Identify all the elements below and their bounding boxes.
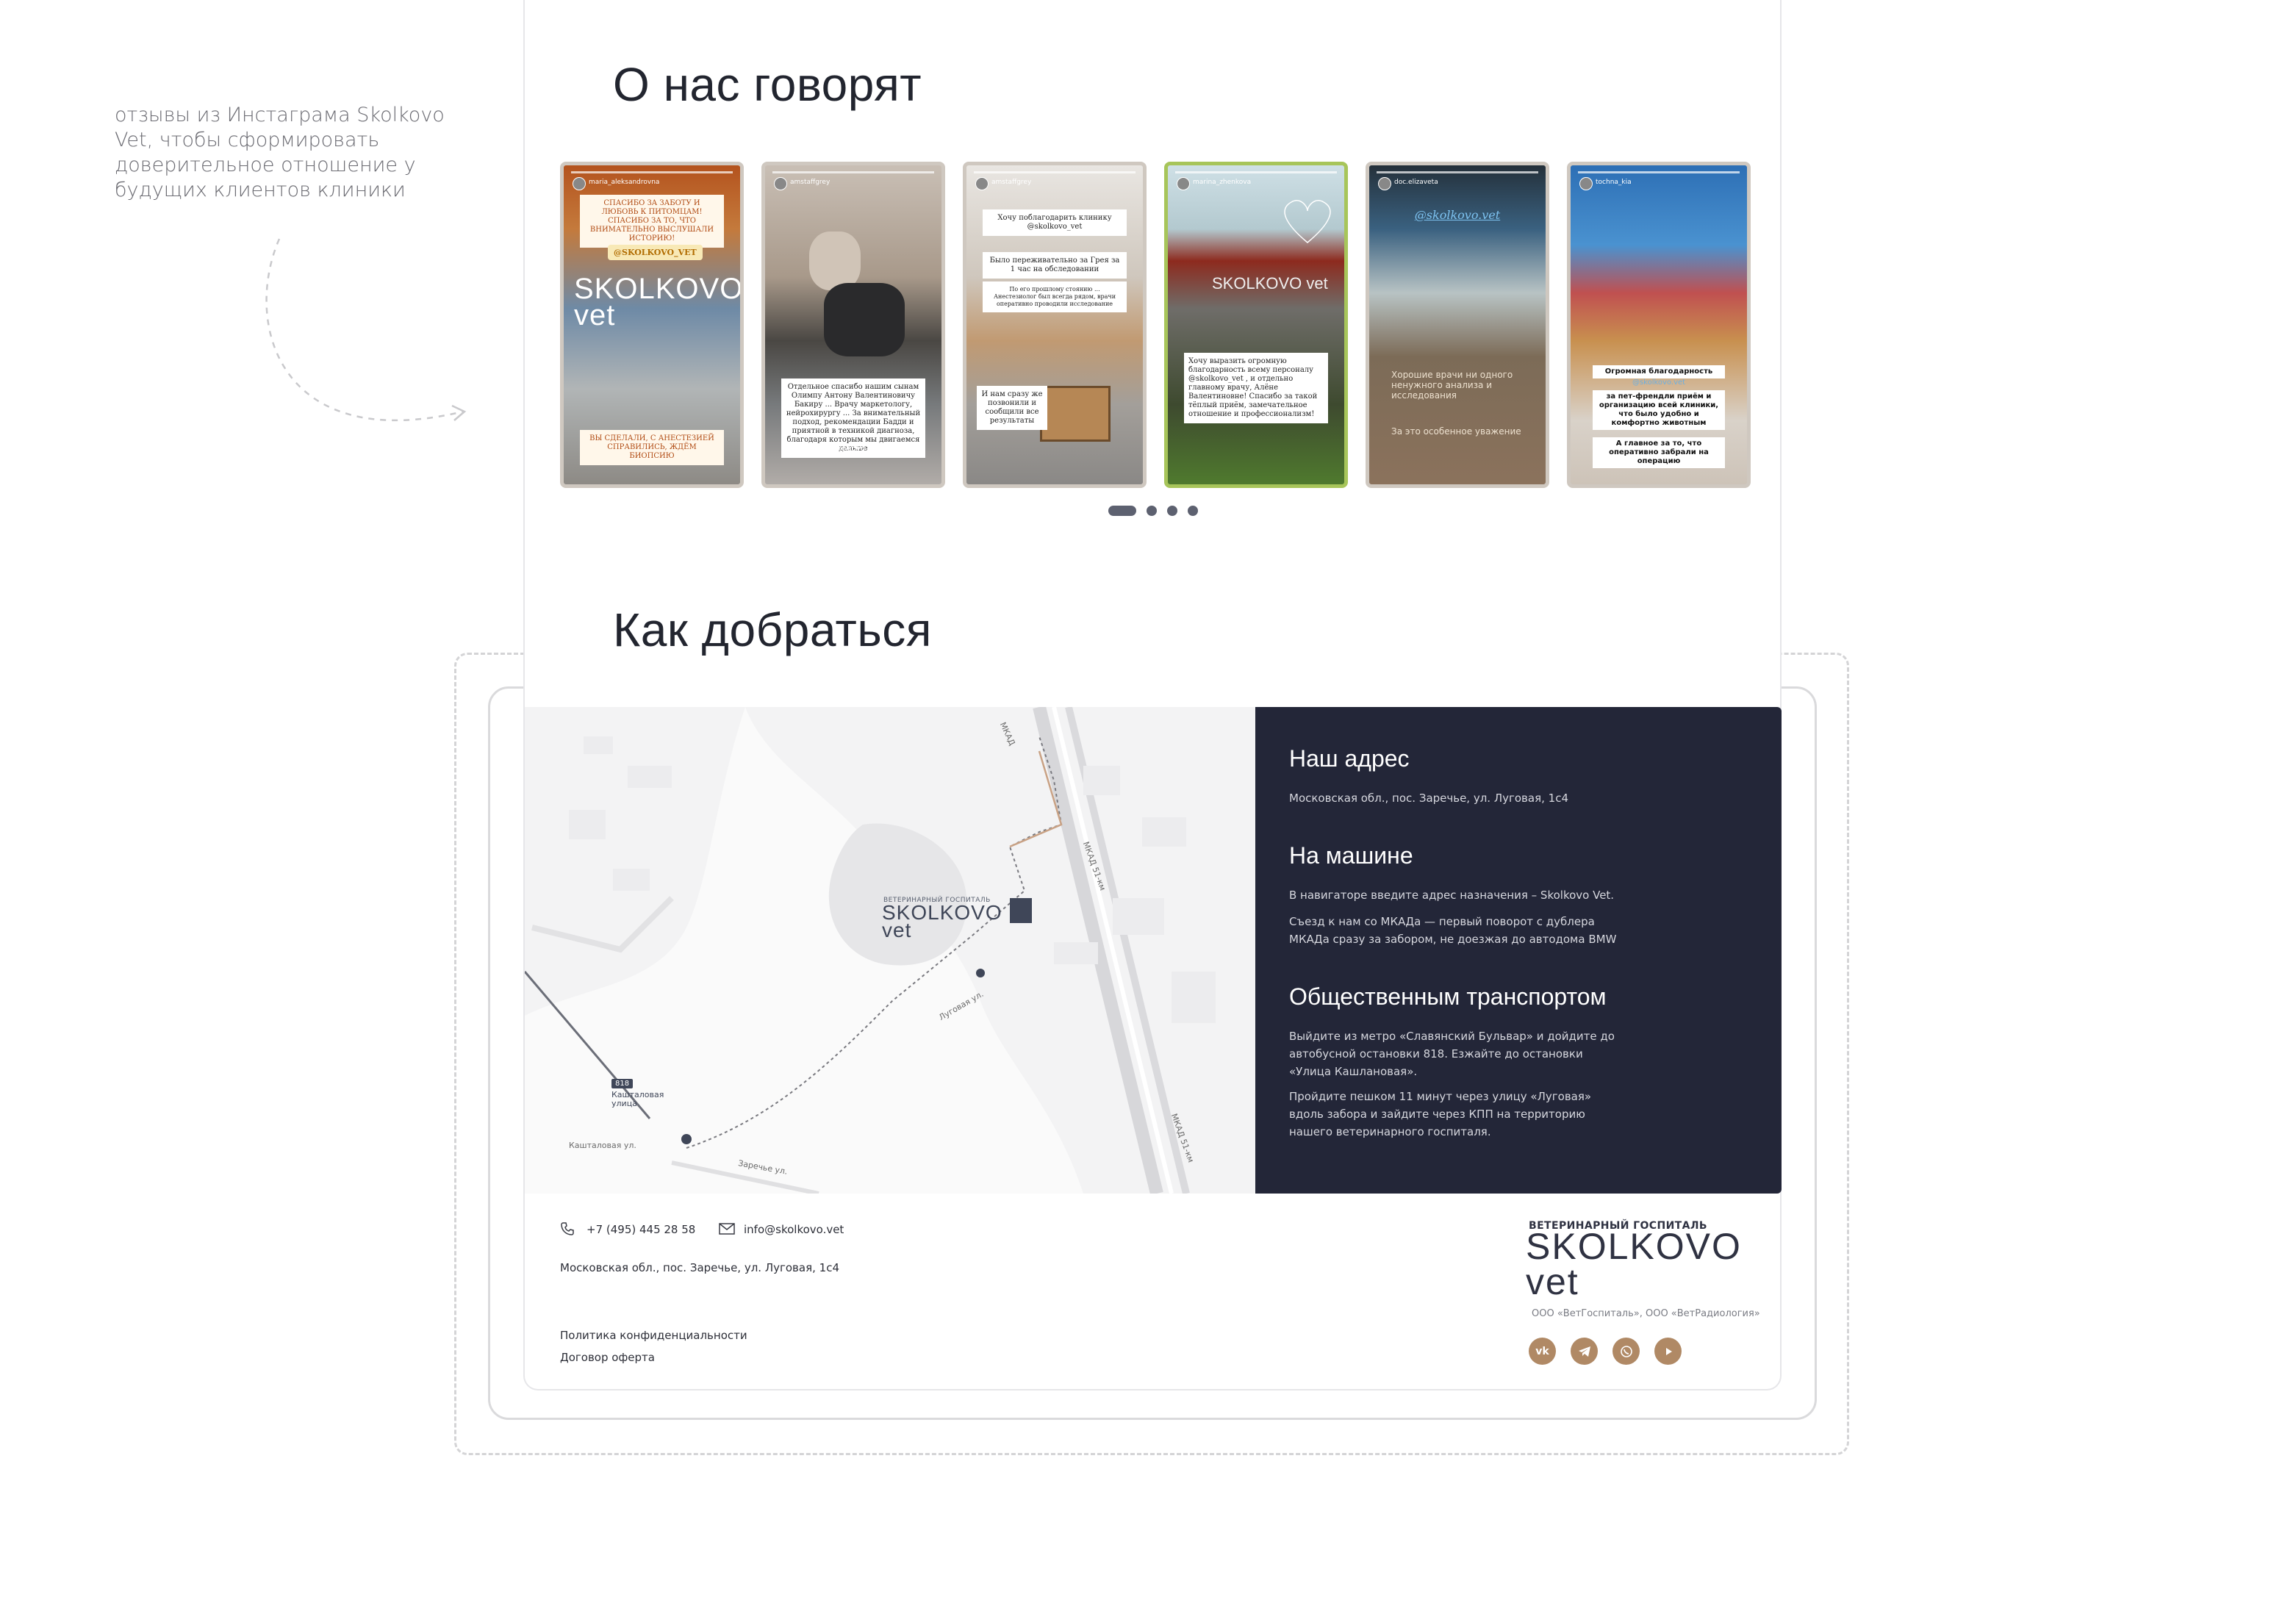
privacy-link[interactable]: Политика конфиденциальности	[560, 1329, 747, 1342]
social-links: vk	[1529, 1338, 1682, 1365]
story-caption-3: А главное за то, что оперативно забрали …	[1593, 437, 1725, 468]
story-card[interactable]: maria_aleksandrovna СПАСИБО ЗА ЗАБОТУ И …	[560, 162, 744, 488]
story-handle: marina_zhenkova	[1193, 179, 1252, 186]
story-caption-2: Было переживательно за Грея за 1 час на …	[983, 252, 1127, 279]
directions-info-panel: Наш адрес Московская обл., пос. Заречье,…	[1255, 707, 1782, 1194]
stories-carousel[interactable]: maria_aleksandrovna СПАСИБО ЗА ЗАБОТУ И …	[560, 162, 1751, 488]
footer-phone[interactable]: +7 (495) 445 28 58	[586, 1223, 695, 1236]
address-title: Наш адрес	[1289, 745, 1410, 772]
story-caption: Хочу поблагодарить клинику @skolkovo_vet	[983, 209, 1127, 236]
offer-link[interactable]: Договор оферта	[560, 1351, 655, 1364]
telegram-icon[interactable]	[1571, 1338, 1598, 1365]
car-text-2: Съезд к нам со МКАДа — первый поворот с …	[1289, 915, 1617, 946]
story-card[interactable]: tochna_kia Огромная благодарность @skolk…	[1567, 162, 1751, 488]
map-road-label: Кашталовая ул.	[569, 1141, 636, 1150]
story-caption-2: За это особенное уважение	[1391, 426, 1521, 437]
whatsapp-icon[interactable]	[1612, 1338, 1640, 1365]
email-icon	[719, 1223, 735, 1235]
story-handle: doc.elizaveta	[1394, 179, 1438, 186]
story-card[interactable]: amstaffgrey Хочу поблагодарить клинику @…	[963, 162, 1147, 488]
carousel-dot[interactable]	[1108, 506, 1136, 516]
map-logo: SKOLKOVO vet	[882, 902, 1002, 941]
story-caption: Хочу выразить огромную благодарность все…	[1184, 353, 1328, 423]
carousel-pagination	[1108, 506, 1198, 516]
story-handle: amstaffgrey	[790, 179, 830, 186]
directions-title: Как добраться	[613, 603, 932, 656]
map-bus-stop: Кашталовая улица	[611, 1090, 664, 1108]
story-tag: @skolkovo_vet	[825, 445, 881, 453]
car-title: На машине	[1289, 842, 1413, 869]
transport-text-2: Пройдите пешком 11 минут через улицу «Лу…	[1289, 1090, 1592, 1138]
carousel-dot[interactable]	[1167, 506, 1177, 516]
annotation-arrow-icon	[265, 238, 467, 422]
car-text-1: В навигаторе введите адрес назначения – …	[1289, 889, 1615, 902]
heart-icon	[1284, 200, 1331, 243]
story-caption: Хорошие врачи ни одного ненужного анализ…	[1391, 370, 1513, 401]
story-sign: SKOLKOVO vet	[1212, 274, 1328, 293]
story-caption-4: И нам сразу же позвонили и сообщили все …	[977, 386, 1047, 430]
story-caption: Огромная благодарность	[1593, 365, 1725, 378]
story-tag: @skolkovo.vet	[1414, 208, 1501, 222]
story-caption: СПАСИБО ЗА ЗАБОТУ И ЛЮБОВЬ К ПИТОМЦАМ! С…	[580, 195, 724, 248]
transport-title: Общественным транспортом	[1289, 983, 1607, 1010]
address-text: Московская обл., пос. Заречье, ул. Лугов…	[1289, 792, 1568, 805]
story-card[interactable]: doc.elizaveta @skolkovo.vet Хорошие врач…	[1366, 162, 1549, 488]
story-caption-3: По его прошлому стоянию ... Анестезиолог…	[983, 281, 1127, 312]
vk-icon[interactable]: vk	[1529, 1338, 1556, 1365]
location-map[interactable]: ВЕТЕРИНАРНЫЙ ГОСПИТАЛЬ SKOLKOVO vet 818 …	[525, 707, 1255, 1194]
footer-logo[interactable]: SKOLKOVO vet	[1526, 1226, 1742, 1302]
youtube-icon[interactable]	[1654, 1338, 1682, 1365]
footer-logo-main: SKOLKOVO	[1526, 1226, 1742, 1267]
transport-text-1: Выйдите из метро «Славянский Бульвар» и …	[1289, 1030, 1615, 1078]
footer-logo-sub: vet	[1526, 1261, 1579, 1302]
footer-email[interactable]: info@skolkovo.vet	[744, 1223, 844, 1236]
page-mockup: О нас говорят maria_aleksandrovna СПАСИБ…	[523, 0, 1782, 1390]
map-logo-sub: vet	[882, 919, 912, 941]
annotation-note: отзывы из Инстаграма Skolkovo Vet, чтобы…	[115, 104, 445, 201]
story-card[interactable]: amstaffgrey Отдельное спасибо нашим сына…	[761, 162, 945, 488]
story-tag: @skolkovo.vet	[1632, 378, 1686, 387]
story-caption-2: ВЫ СДЕЛАЛИ, С АНЕСТЕЗИЕЙ СПРАВИЛИСЬ, ЖДЁ…	[580, 430, 724, 465]
map-bus-number: 818	[611, 1079, 634, 1088]
footer-address: Московская обл., пос. Заречье, ул. Лугов…	[560, 1261, 839, 1274]
story-handle: tochna_kia	[1596, 179, 1632, 186]
phone-icon	[561, 1222, 574, 1235]
story-handle: maria_aleksandrovna	[589, 179, 660, 186]
footer-legal: ООО «ВетГоспиталь», ООО «ВетРадиология»	[1532, 1308, 1760, 1319]
story-tag: @SKOLKOVO_VET	[608, 245, 703, 260]
carousel-dot[interactable]	[1188, 506, 1198, 516]
carousel-dot[interactable]	[1147, 506, 1157, 516]
story-caption-2: за пет-френдли приём и организацию всей …	[1593, 390, 1725, 430]
story-card[interactable]: marina_zhenkova SKOLKOVO vet Хочу вырази…	[1164, 162, 1348, 488]
story-sign: SKOLKOVO vet	[574, 273, 744, 331]
story-handle: amstaffgrey	[991, 179, 1032, 186]
reviews-title: О нас говорят	[613, 58, 922, 111]
